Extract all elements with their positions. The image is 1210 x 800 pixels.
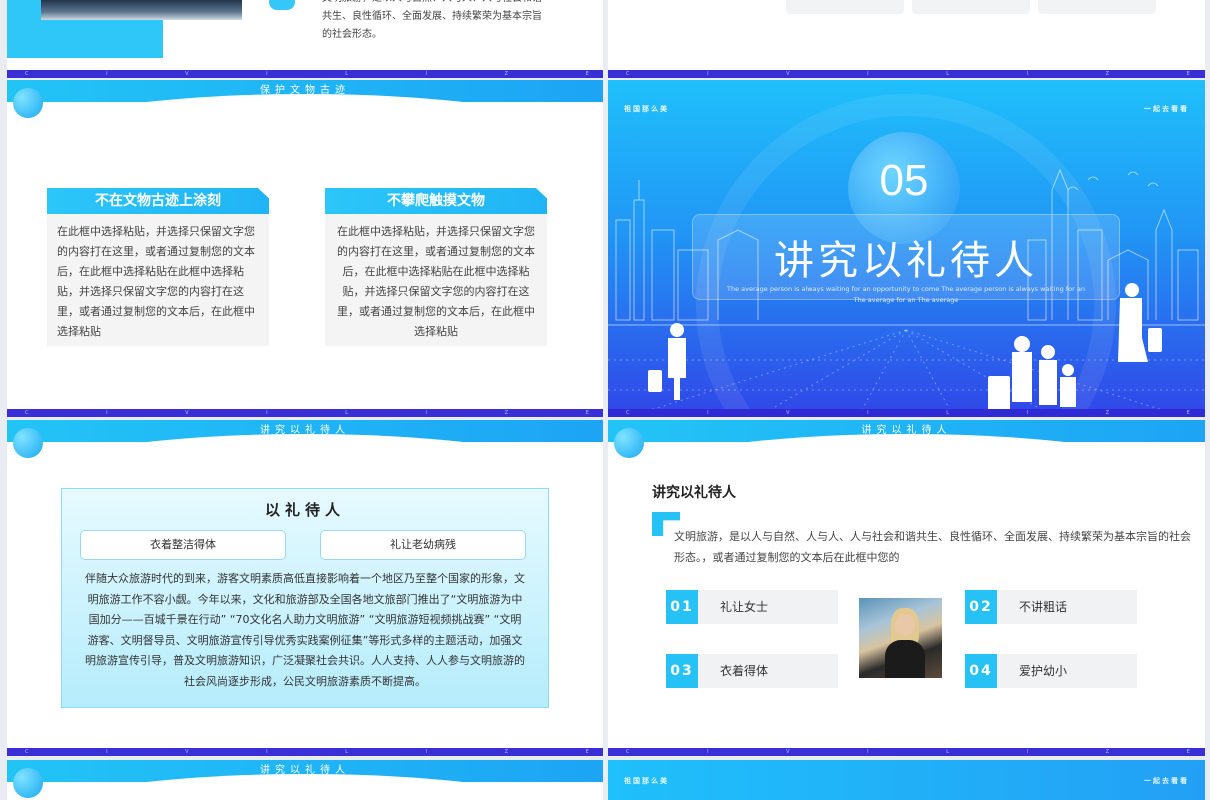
item-text: 礼让女士 (720, 600, 769, 614)
slide-heading: 讲究以礼待人 (652, 485, 736, 501)
accent-square (269, 0, 295, 10)
item-text: 衣着得体 (720, 664, 769, 678)
corner-label-right: 一起去看看 (1144, 777, 1189, 785)
footer-band: C I V I L I Z E D L I F E A N D H A P P … (608, 409, 1205, 417)
header-curve (7, 434, 603, 494)
section-number: 05 (879, 156, 929, 205)
footer-band: C I V I L I Z E D L I F E A N D H A P P … (608, 70, 1205, 78)
corner-label-left: 祖国那么美 (624, 777, 669, 785)
item-number: 01 (666, 590, 698, 624)
slide-description: 文明旅游，是以人与自然、人与人、人与社会和谐共生、良性循环、全面发展、持续繁荣为… (674, 530, 1191, 564)
slide1-text: 文明旅游，是以人与自然、人与人、人与社会和谐 共生、良性循环、全面发展、持续繁荣… (322, 0, 562, 54)
slide-thumbnail-7[interactable]: 讲究以礼待人 (7, 760, 603, 800)
header-curve (7, 94, 603, 154)
rule-card-2: 不攀爬触摸文物 在此框中选择粘贴，并选择只保留文字您的内容打在这里，或者通过复制… (325, 188, 547, 346)
content-panel: 以礼待人 衣着整洁得体 礼让老幼病残 伴随大众旅游时代的到来，游客文明素质高低直… (61, 488, 549, 708)
corner-label-right: 一起去看看 (1144, 105, 1189, 113)
bubble-decoration (614, 428, 644, 458)
list-item: 04 爱护幼小 (965, 654, 1137, 688)
bubble-decoration (13, 428, 43, 458)
slide1-line-1: 文明旅游，是以人与自然、人与人、人与社会和谐 (322, 0, 562, 8)
footer-band: C I V I L I Z E D L I F E A N D H A P P … (7, 409, 603, 417)
panel-title: 以礼待人 (264, 501, 345, 519)
list-item: 02 不讲粗话 (965, 590, 1137, 624)
item-text: 不讲粗话 (1019, 600, 1068, 614)
bubble-decoration (13, 768, 43, 798)
footer-band: C I V I L I Z E D L I F E A N D H A P P … (608, 748, 1205, 756)
slide-thumbnail-3[interactable]: 保护文物古迹 不在文物古迹上涂刻 在此框中选择粘贴，并选择只保留文字您的内容打在… (7, 80, 603, 417)
item-number: 04 (965, 654, 997, 688)
item-number: 02 (965, 590, 997, 624)
tag-pill-1: 衣着整洁得体 (80, 530, 286, 560)
bubble-decoration (13, 88, 43, 118)
footer-band: C I V I L I Z E D L I F E A N D H A P P … (7, 70, 603, 78)
item-number: 03 (666, 654, 698, 688)
slide-thumbnail-8[interactable]: 祖国那么美 一起去看看 (608, 760, 1205, 800)
section-title: 讲究以礼待人 (774, 238, 1038, 284)
corner-label-left: 祖国那么美 (624, 105, 669, 113)
panel-paragraph: 伴随大众旅游时代的到来，游客文明素质高低直接影响着一个地区乃至整个国家的形象，文… (85, 572, 525, 688)
tag-pill-2: 礼让老幼病残 (320, 530, 526, 560)
list-item: 01 礼让女士 (666, 590, 838, 624)
slide1-line-2: 共生、良性循环、全面发展、持续繁荣为基本宗旨 (322, 11, 542, 22)
slide-thumbnail-6[interactable]: 讲究以礼待人 讲究以礼待人 文明旅游，是以人与自然、人与人、人与社会和谐共生、良… (608, 420, 1205, 756)
rule-card-1: 不在文物古迹上涂刻 在此框中选择粘贴，并选择只保留文字您的内容打在这里，或者通过… (47, 188, 269, 346)
rule-card-body: 在此框中选择粘贴，并选择只保留文字您的内容打在这里，或者通过复制您的文本后，在此… (57, 225, 255, 338)
rule-card-title: 不在文物古迹上涂刻 (47, 188, 269, 214)
slide-thumbnail-1[interactable]: 文明旅游，是以人与自然、人与人、人与社会和谐 共生、良性循环、全面发展、持续繁荣… (7, 0, 603, 78)
slide-thumbnail-4[interactable]: 祖国那么美 一起去看看 05 讲究以礼待人 The average person… (608, 80, 1205, 417)
rule-card-title: 不攀爬触摸文物 (325, 188, 547, 214)
footer-band: C I V I L I Z E D L I F E A N D H A P P … (7, 748, 603, 756)
section-subtitle: The average person is always waiting for… (727, 285, 1085, 304)
slide1-line-3: 的社会形态。 (322, 29, 382, 40)
mountain-photo (41, 0, 242, 20)
slide-thumbnail-2[interactable]: C I V I L I Z E D L I F E A N D H A P P … (608, 0, 1205, 78)
rule-card-body: 在此框中选择粘贴，并选择只保留文字您的内容打在这里，或者通过复制您的文本后，在此… (337, 225, 535, 338)
item-text: 爱护幼小 (1019, 664, 1068, 678)
slide-thumbnail-5[interactable]: 讲究以礼待人 以礼待人 衣着整洁得体 礼让老幼病残 伴随大众旅游时代的到来，游客… (7, 420, 603, 756)
woman-photo (859, 598, 942, 678)
list-item: 03 衣着得体 (666, 654, 838, 688)
